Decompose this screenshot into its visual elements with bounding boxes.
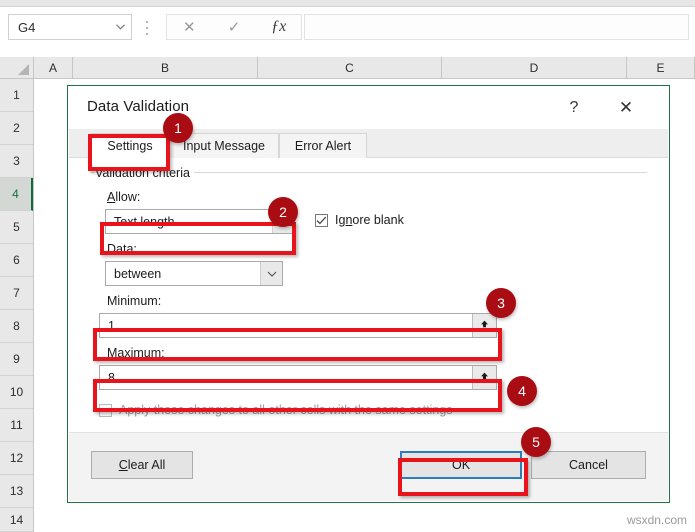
cancel-formula-icon[interactable]: ✕: [167, 15, 212, 39]
formula-bar-overflow-icon[interactable]: [143, 19, 151, 37]
ignore-blank-label: Ignore blank: [335, 213, 404, 227]
row-header-5[interactable]: 5: [0, 211, 33, 244]
data-label-accel: D: [107, 242, 117, 256]
apply-changes-checkbox: [99, 403, 112, 417]
minimum-input-value: 1: [108, 318, 115, 333]
row-header-1[interactable]: 1: [0, 79, 33, 112]
data-dropdown-value: between: [114, 266, 162, 281]
allow-label-text: llow:: [115, 190, 141, 204]
validation-criteria-label: Validation criteria: [95, 166, 194, 180]
row-header-14[interactable]: 14: [0, 508, 33, 532]
row-header-13[interactable]: 13: [0, 475, 33, 508]
collapse-dialog-icon[interactable]: [472, 314, 496, 337]
dialog-titlebar: Data Validation ? ✕: [69, 87, 668, 129]
step-badge-2: 2: [268, 197, 298, 227]
row-header-10[interactable]: 10: [0, 376, 33, 409]
row-header-11[interactable]: 11: [0, 409, 33, 442]
data-label-text: ata:: [116, 242, 137, 256]
step-badge-5: 5: [521, 427, 551, 457]
row-header-9[interactable]: 9: [0, 343, 33, 376]
row-header-3[interactable]: 3: [0, 145, 33, 178]
step-badge-1: 1: [163, 113, 193, 143]
row-header-8[interactable]: 8: [0, 310, 33, 343]
minimum-input[interactable]: 1: [99, 313, 497, 338]
dialog-footer: Clear All OK Cancel: [69, 432, 668, 501]
allow-dropdown-value: Text length: [114, 214, 175, 229]
column-header-c[interactable]: C: [258, 57, 442, 78]
name-box-value: G4: [18, 19, 36, 35]
dialog-tabstrip: Settings Input Message Error Alert: [69, 129, 668, 159]
chevron-down-icon[interactable]: [260, 262, 282, 285]
ignore-blank-label-prefix: Ig: [335, 213, 346, 227]
row-header-column: 1 2 3 4 5 6 7 8 9 10 11 12 13 14: [0, 79, 34, 532]
step-badge-3: 3: [486, 288, 516, 318]
row-header-2[interactable]: 2: [0, 112, 33, 145]
formula-bar-buttons: ✕ ✓ ƒx: [166, 14, 302, 40]
column-header-d[interactable]: D: [442, 57, 627, 78]
clear-all-accel: C: [118, 458, 128, 472]
tab-settings[interactable]: Settings: [91, 133, 169, 159]
data-validation-dialog: Data Validation ? ✕ Settings Input Messa…: [68, 86, 669, 502]
select-all-triangle-icon: [18, 64, 29, 75]
apply-changes-label: Apply these changes to all other cells w…: [119, 403, 453, 417]
chevron-down-icon[interactable]: [109, 24, 131, 30]
column-header-a[interactable]: A: [34, 57, 73, 78]
excel-application-window: G4 ✕ ✓ ƒx A B C D E 1 2 3 4 5 6 7 8 9 10…: [0, 0, 695, 532]
data-label: Data:: [107, 242, 137, 256]
clear-all-button[interactable]: Clear All: [91, 451, 193, 479]
maximum-label: Maximum:: [107, 346, 165, 360]
step-badge-4: 4: [507, 376, 537, 406]
ignore-blank-checkbox[interactable]: [315, 213, 328, 227]
close-icon[interactable]: ✕: [609, 95, 643, 121]
data-dropdown[interactable]: between: [105, 261, 283, 286]
row-header-6[interactable]: 6: [0, 244, 33, 277]
formula-input[interactable]: [304, 14, 689, 40]
tab-error-alert[interactable]: Error Alert: [279, 133, 367, 158]
apply-changes-checkbox-row: Apply these changes to all other cells w…: [99, 403, 453, 417]
allow-label: Allow:: [107, 190, 140, 204]
select-all-corner[interactable]: [0, 57, 34, 78]
dot: [146, 27, 148, 29]
ignore-blank-label-suffix: ore blank: [352, 213, 404, 227]
help-icon[interactable]: ?: [559, 95, 589, 121]
column-header-b[interactable]: B: [73, 57, 258, 78]
formula-bar-row: G4 ✕ ✓ ƒx: [0, 7, 695, 49]
dot: [146, 33, 148, 35]
column-header-e[interactable]: E: [627, 57, 695, 78]
column-header-row: A B C D E: [0, 57, 695, 79]
name-box[interactable]: G4: [8, 14, 132, 40]
insert-function-icon[interactable]: ƒx: [256, 15, 301, 39]
ignore-blank-checkbox-row[interactable]: Ignore blank: [315, 213, 404, 227]
minimum-label: Minimum:: [107, 294, 162, 308]
dot: [146, 21, 148, 23]
allow-dropdown[interactable]: Text length: [105, 209, 295, 234]
clear-all-label: lear All: [127, 458, 166, 472]
maximum-input[interactable]: 8: [99, 365, 497, 390]
collapse-dialog-icon[interactable]: [472, 366, 496, 389]
dialog-body: Validation criteria Allow: Text length I…: [69, 158, 668, 432]
row-header-7[interactable]: 7: [0, 277, 33, 310]
row-header-12[interactable]: 12: [0, 442, 33, 475]
cancel-button[interactable]: Cancel: [531, 451, 646, 479]
maximum-input-value: 8: [108, 370, 115, 385]
row-header-4[interactable]: 4: [0, 178, 33, 211]
confirm-formula-icon[interactable]: ✓: [212, 15, 257, 39]
ribbon-strip: [0, 0, 695, 7]
ok-button[interactable]: OK: [400, 451, 522, 479]
watermark: wsxdn.com: [626, 513, 687, 527]
